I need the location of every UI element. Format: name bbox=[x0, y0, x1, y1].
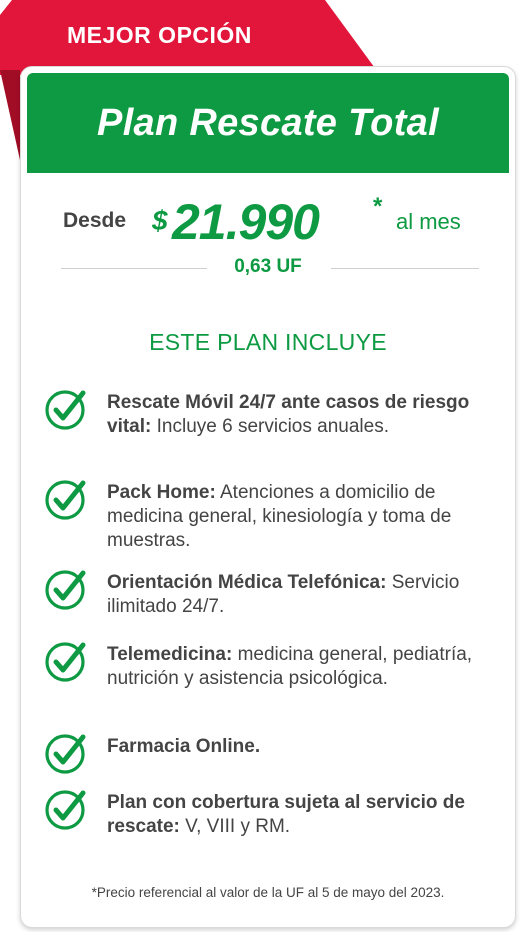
feature-text: Plan con cobertura sujeta al servicio de… bbox=[107, 791, 487, 839]
feature-text: Orientación Médica Telefónica: Servicio … bbox=[107, 571, 487, 619]
feature-text: Telemedicina: medicina general, pediatrí… bbox=[107, 643, 487, 691]
price-row: Desde $ 21.990 * al mes bbox=[21, 193, 515, 255]
check-circle-icon bbox=[45, 390, 86, 430]
plan-header: Plan Rescate Total bbox=[27, 73, 509, 173]
feature-text: Rescate Móvil 24/7 ante casos de riesgo … bbox=[107, 391, 487, 439]
uf-value: 0,63 UF bbox=[234, 256, 302, 277]
price-footnote: *Precio referencial al valor de la UF al… bbox=[91, 885, 445, 900]
includes-title: ESTE PLAN INCLUYE bbox=[149, 329, 387, 355]
feature-title: Pack Home: bbox=[107, 482, 216, 503]
currency-symbol: $ bbox=[152, 205, 168, 236]
price-period: al mes bbox=[396, 209, 461, 234]
check-circle-icon bbox=[45, 642, 86, 682]
feature-description: Incluye 6 servicios anuales. bbox=[151, 416, 389, 437]
plan-title: Plan Rescate Total bbox=[97, 101, 439, 144]
feature-title: Farmacia Online. bbox=[107, 736, 261, 757]
price-prefix: Desde bbox=[63, 209, 127, 232]
check-circle-icon bbox=[45, 480, 86, 520]
best-option-label: MEJOR OPCIÓN bbox=[67, 22, 252, 48]
ribbon-fold bbox=[0, 70, 20, 160]
check-circle-icon bbox=[45, 734, 86, 774]
price-note-mark: * bbox=[373, 193, 383, 220]
feature-text: Pack Home: Atenciones a domicilio de med… bbox=[107, 481, 487, 553]
price-amount: 21.990 bbox=[172, 194, 320, 250]
check-circle-icon bbox=[45, 790, 86, 830]
feature-title: Orientación Médica Telefónica: bbox=[107, 572, 387, 593]
check-circle-icon bbox=[45, 570, 86, 610]
plan-card: Plan Rescate Total Desde $ 21.990 * al m… bbox=[20, 66, 516, 928]
feature-title: Telemedicina: bbox=[107, 644, 233, 665]
feature-description: V, VIII y RM. bbox=[179, 816, 291, 837]
feature-text: Farmacia Online. bbox=[107, 735, 487, 759]
